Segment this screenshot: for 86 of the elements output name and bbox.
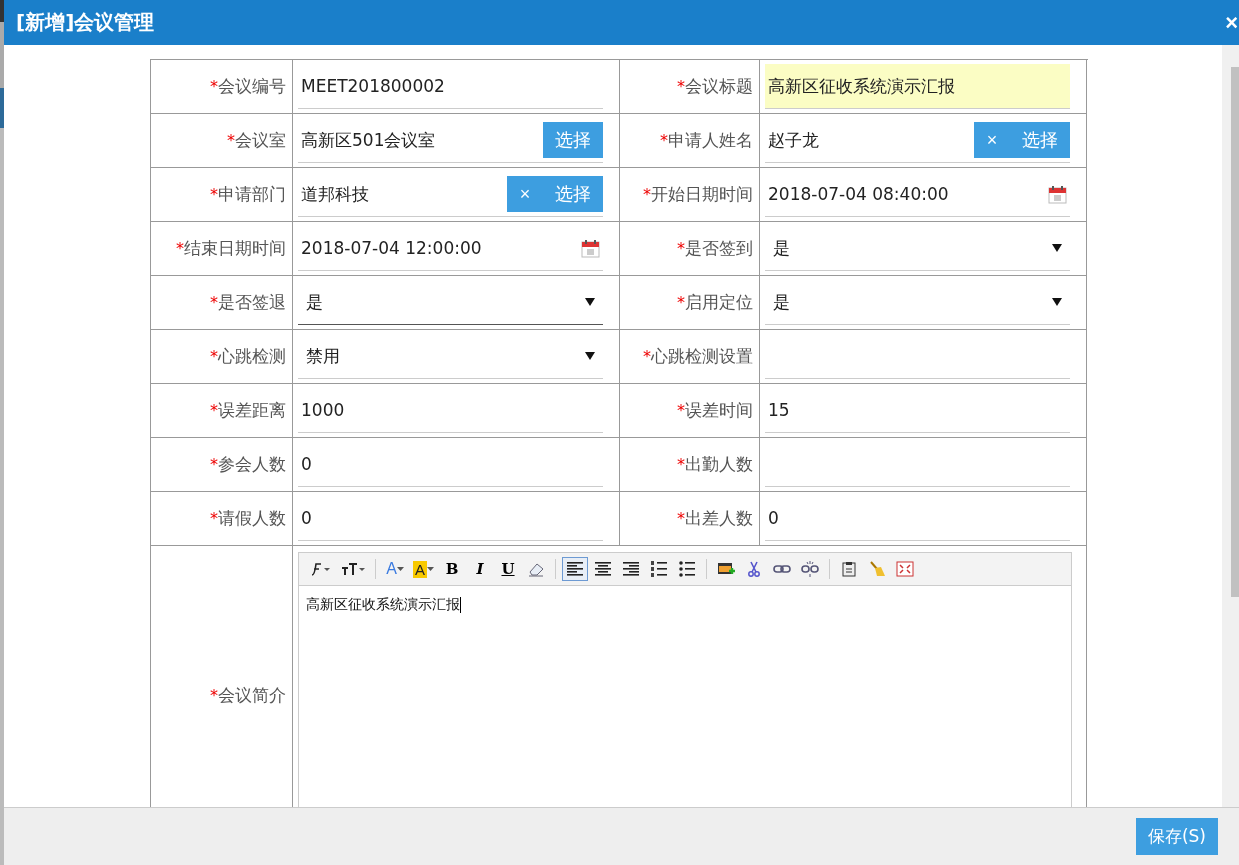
field-label: 误差距离 [218, 399, 286, 422]
text-field[interactable]: 高新区征收系统演示汇报 [765, 64, 1070, 109]
caret-icon[interactable] [1052, 298, 1062, 306]
required-mark: * [210, 347, 218, 366]
field-label: 会议室 [235, 129, 286, 152]
back-color-label: A [413, 560, 427, 578]
date-field[interactable]: 2018-07-04 12:00:00 [298, 226, 603, 271]
required-mark: * [210, 509, 218, 528]
field-label: 启用定位 [685, 291, 753, 314]
required-mark: * [677, 509, 685, 528]
field-label: 结束日期时间 [184, 237, 286, 260]
text-field[interactable]: 15 [765, 388, 1070, 433]
text-field[interactable]: 0 [298, 496, 603, 541]
bold-button[interactable]: B [439, 557, 465, 581]
required-mark: * [210, 77, 218, 96]
text-field[interactable]: 1000 [298, 388, 603, 433]
caret-icon[interactable] [585, 352, 595, 360]
align-left-icon [566, 561, 584, 577]
clipboard-icon [840, 561, 858, 577]
field-label: 参会人数 [218, 453, 286, 476]
required-mark: * [660, 131, 668, 150]
editor-text: 高新区征收系统演示汇报 [306, 596, 460, 614]
required-mark: * [677, 77, 685, 96]
required-mark: * [176, 239, 184, 258]
underline-button[interactable]: U [495, 557, 521, 581]
scissors-icon [745, 561, 763, 577]
field-label: 会议标题 [685, 75, 753, 98]
ordered-list-icon [650, 561, 668, 577]
fullscreen-icon [896, 561, 914, 577]
field-label: 会议简介 [218, 684, 286, 707]
required-mark: * [210, 686, 218, 705]
align-center-icon [594, 561, 612, 577]
align-left-button[interactable] [562, 557, 588, 581]
calendar-icon[interactable] [581, 238, 600, 258]
field-label: 是否签到 [685, 237, 753, 260]
date-field[interactable]: 2018-07-04 08:40:00 [765, 172, 1070, 217]
calendar-icon[interactable] [1048, 184, 1067, 204]
italic-button[interactable]: I [467, 557, 493, 581]
field-label: 心跳检测设置 [651, 345, 753, 368]
required-mark: * [643, 185, 651, 204]
required-mark: * [227, 131, 235, 150]
required-mark: * [210, 401, 218, 420]
caret-icon[interactable] [585, 298, 595, 306]
required-mark: * [677, 455, 685, 474]
field-label: 会议编号 [218, 75, 286, 98]
field-label: 出差人数 [685, 507, 753, 530]
field-label: 心跳检测 [218, 345, 286, 368]
field-label: 请假人数 [218, 507, 286, 530]
required-mark: * [210, 185, 218, 204]
required-mark: * [677, 239, 685, 258]
broom-icon [868, 561, 886, 577]
text-field[interactable]: MEET201800002 [298, 64, 603, 109]
required-mark: * [677, 293, 685, 312]
dialog-title: [新增]会议管理 [16, 9, 155, 36]
dropdown-icon [396, 567, 404, 571]
unordered-list-icon [678, 561, 696, 577]
field-label: 出勤人数 [685, 453, 753, 476]
select-field[interactable]: 是 [765, 280, 1070, 325]
required-mark: * [210, 455, 218, 474]
unlink-icon [801, 561, 819, 577]
required-mark: * [210, 293, 218, 312]
field-label: 申请部门 [218, 183, 286, 206]
font-color-label: A [386, 560, 397, 578]
required-mark: * [643, 347, 651, 366]
picker-field[interactable]: 高新区501会议室 选择 [298, 118, 603, 163]
required-mark: * [677, 401, 685, 420]
field-label: 开始日期时间 [651, 183, 753, 206]
scrollbar[interactable] [1222, 45, 1239, 807]
field-label: 是否签退 [218, 291, 286, 314]
back-color-button[interactable]: A [410, 557, 437, 581]
select-field[interactable]: 禁用 [298, 334, 603, 379]
image-icon [717, 561, 735, 577]
select-field[interactable]: 是 [765, 226, 1070, 271]
align-right-icon [622, 561, 640, 577]
field-label: 误差时间 [685, 399, 753, 422]
eraser-icon [527, 561, 545, 577]
text-field[interactable]: 0 [765, 496, 1070, 541]
dropdown-icon [427, 567, 434, 571]
field-label: 申请人姓名 [668, 129, 753, 152]
text-field[interactable]: 0 [298, 442, 603, 487]
text-cursor [460, 597, 461, 613]
font-size-icon [340, 561, 366, 577]
select-field[interactable]: 是 [298, 280, 603, 325]
caret-icon[interactable] [1052, 244, 1062, 252]
close-button[interactable]: × [1225, 11, 1238, 34]
font-color-button[interactable]: A [382, 557, 408, 581]
